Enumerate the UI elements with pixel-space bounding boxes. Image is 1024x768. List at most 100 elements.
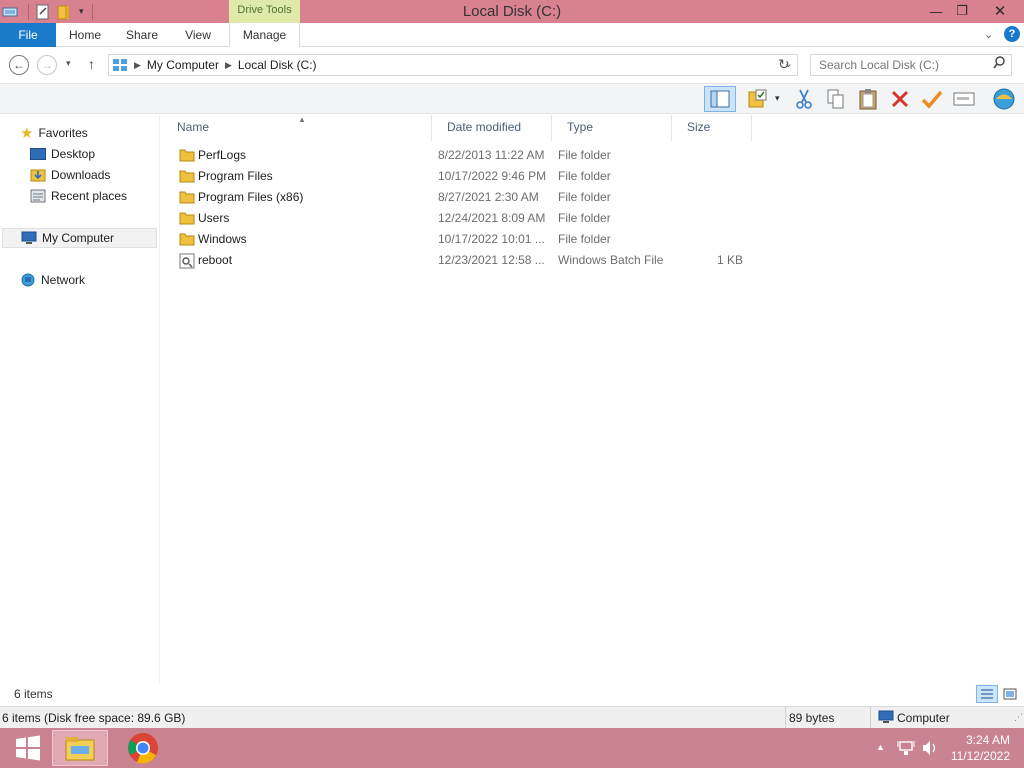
copy-icon[interactable] (822, 86, 850, 112)
folder-icon (179, 211, 195, 225)
tab-share[interactable]: Share (118, 23, 166, 47)
resize-grip-icon[interactable]: ⋰ (1014, 712, 1023, 723)
chrome-taskbar-icon[interactable] (115, 730, 171, 766)
details-view-icon[interactable] (976, 685, 998, 703)
file-name: Windows (198, 232, 247, 246)
breadcrumb-my-computer[interactable]: My Computer (147, 58, 219, 72)
batch-file-icon (179, 253, 195, 269)
folder-icon (179, 190, 195, 204)
recent-places-icon (30, 189, 46, 203)
ribbon-tabs: File Home Share View Manage ⌄ ? (0, 23, 1024, 47)
disk-free-space: 6 items (Disk free space: 89.6 GB) (2, 711, 186, 725)
recent-locations-icon[interactable]: ▾ (66, 58, 71, 69)
tab-view[interactable]: View (176, 23, 220, 47)
help-icon[interactable]: ? (1004, 26, 1020, 42)
back-button[interactable]: ← (9, 55, 29, 75)
breadcrumb-chevron-icon[interactable]: ▶ (134, 60, 141, 71)
computer-location-icon (878, 710, 894, 724)
network-status-icon[interactable] (897, 739, 915, 760)
file-type: File folder (558, 148, 611, 162)
tab-home[interactable]: Home (60, 23, 110, 47)
file-name: reboot (198, 253, 233, 267)
column-header-size[interactable]: Size (672, 115, 752, 141)
file-date: 12/23/2021 12:58 ... (438, 253, 545, 267)
navigation-pane-toggle-icon[interactable] (704, 86, 736, 112)
column-header-date-modified[interactable]: Date modified (432, 115, 552, 141)
item-count: 6 items (14, 687, 53, 701)
file-date: 12/24/2021 8:09 AM (438, 211, 546, 225)
breadcrumb-local-disk[interactable]: Local Disk (C:) (238, 58, 317, 72)
file-size: 1 KB (716, 253, 743, 267)
folder-icon (179, 148, 195, 162)
file-date: 10/17/2022 10:01 ... (438, 232, 545, 246)
folder-icon (179, 232, 195, 246)
location-label: Computer (897, 711, 950, 725)
address-bar[interactable]: ▶ My Computer ▶ Local Disk (C:) ⌄ (108, 54, 798, 76)
breadcrumb-chevron-icon[interactable]: ▶ (225, 60, 232, 71)
file-row[interactable]: Program Files 10/17/2022 9:46 PM File fo… (173, 166, 763, 187)
favorites-star-icon: ★ (20, 125, 34, 142)
sort-ascending-icon: ▲ (298, 115, 306, 124)
expand-ribbon-icon[interactable]: ⌄ (984, 28, 993, 41)
folder-icon (179, 169, 195, 183)
window-title: Local Disk (C:) (462, 3, 562, 20)
forward-button[interactable]: → (37, 55, 57, 75)
nav-downloads[interactable]: Downloads (30, 165, 158, 185)
desktop-icon (30, 148, 46, 160)
network-icon (20, 273, 36, 287)
up-button[interactable]: ↑ (88, 56, 95, 72)
refresh-icon[interactable]: ↻ (778, 56, 790, 73)
file-type: File folder (558, 211, 611, 225)
start-button[interactable] (0, 730, 56, 766)
folder-options-icon[interactable] (744, 86, 772, 112)
nav-desktop[interactable]: Desktop (30, 144, 158, 164)
downloads-icon (30, 168, 46, 182)
file-type: File folder (558, 190, 611, 204)
status-bar: 6 items (0, 683, 1024, 705)
paste-icon[interactable] (854, 86, 882, 112)
file-row[interactable]: reboot 12/23/2021 12:58 ... Windows Batc… (173, 250, 763, 271)
nav-favorites[interactable]: ★ Favorites (20, 123, 158, 143)
clock-time: 3:24 AM (965, 733, 1010, 747)
system-clock[interactable]: 3:24 AM 11/12/2022 (951, 732, 1010, 764)
file-row[interactable]: PerfLogs 8/22/2013 11:22 AM File folder (173, 145, 763, 166)
cut-icon[interactable] (790, 86, 818, 112)
search-input[interactable]: Search Local Disk (C:) (810, 54, 1012, 76)
volume-icon[interactable] (921, 739, 939, 760)
file-name: PerfLogs (198, 148, 247, 162)
tab-file[interactable]: File (0, 23, 56, 47)
column-header-name[interactable]: Name (162, 115, 432, 141)
file-name: Program Files (198, 169, 273, 183)
properties-toolbar-icon[interactable] (950, 86, 978, 112)
file-explorer-taskbar-icon[interactable] (52, 730, 108, 766)
file-date: 8/22/2013 11:22 AM (438, 148, 545, 162)
restore-button[interactable]: ❐ (946, 0, 978, 22)
rename-check-icon[interactable] (918, 86, 946, 112)
nav-my-computer[interactable]: My Computer (2, 228, 157, 248)
close-button[interactable]: ✕ (984, 0, 1016, 22)
tab-manage[interactable]: Manage (229, 23, 300, 47)
clock-date: 11/12/2022 (950, 749, 1010, 763)
file-name: Program Files (x86) (198, 190, 304, 204)
file-row[interactable]: Windows 10/17/2022 10:01 ... File folder (173, 229, 763, 250)
search-icon (993, 56, 1005, 76)
file-row[interactable]: Program Files (x86) 8/27/2021 2:30 AM Fi… (173, 187, 763, 208)
delete-icon[interactable] (886, 86, 914, 112)
file-list: Name ▲ Date modified Type Size PerfLogs … (162, 115, 1024, 683)
file-date: 8/27/2021 2:30 AM (438, 190, 539, 204)
nav-recent-places[interactable]: Recent places (30, 186, 158, 206)
file-row[interactable]: Users 12/24/2021 8:09 AM File folder (173, 208, 763, 229)
navigation-pane: ★ Favorites Desktop Downloads Recent pla… (0, 115, 160, 683)
command-toolbar: ▾ (0, 83, 1024, 114)
taskbar: ▲ 3:24 AM 11/12/2022 (0, 728, 1024, 768)
details-bar: 6 items (Disk free space: 89.6 GB) 89 by… (0, 706, 1024, 728)
file-type: File folder (558, 169, 611, 183)
show-hidden-icons-icon[interactable]: ▲ (876, 742, 885, 752)
nav-network[interactable]: Network (20, 270, 158, 290)
network-globe-icon[interactable] (990, 86, 1018, 112)
computer-monitor-icon (21, 231, 37, 245)
folder-options-dropdown-icon[interactable]: ▾ (775, 93, 780, 104)
large-icons-view-icon[interactable] (1001, 686, 1019, 702)
computer-icon (112, 58, 128, 72)
column-header-type[interactable]: Type (552, 115, 672, 141)
